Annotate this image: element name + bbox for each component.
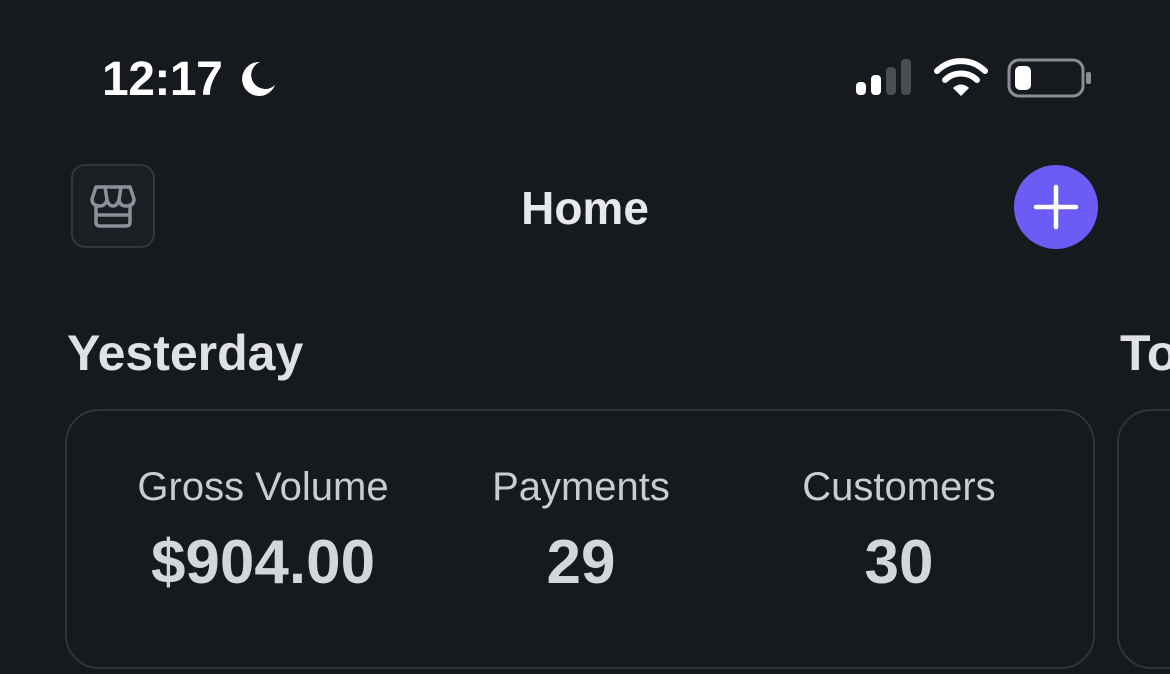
home-screen: 12:17 Home Yesterday Gross Volume $904.0… xyxy=(0,0,1170,674)
moon-icon xyxy=(242,61,275,96)
section-heading-yesterday: Yesterday xyxy=(67,325,304,381)
stat-value: $904.00 xyxy=(150,528,376,597)
status-time: 12:17 xyxy=(102,52,223,106)
stat-payments: Payments 29 xyxy=(421,459,741,601)
add-button[interactable] xyxy=(1014,165,1098,249)
plus-icon xyxy=(1033,184,1079,230)
stat-value: 29 xyxy=(546,528,616,597)
stats-card-next[interactable] xyxy=(1117,409,1170,669)
stat-label: Gross Volume xyxy=(137,465,389,509)
cellular-signal-icon xyxy=(856,59,911,95)
wifi-icon xyxy=(934,58,988,96)
section-heading-next: To xyxy=(1120,325,1170,381)
stats-card-yesterday[interactable]: Gross Volume $904.00 Payments 29 Custome… xyxy=(65,409,1095,669)
stat-value: 30 xyxy=(864,528,934,597)
stat-label: Customers xyxy=(802,465,996,509)
stat-customers: Customers 30 xyxy=(739,459,1059,601)
page-title: Home xyxy=(521,182,649,234)
battery-low-icon xyxy=(1007,58,1091,98)
storefront-icon xyxy=(90,185,136,228)
stat-gross-volume: Gross Volume $904.00 xyxy=(103,459,423,601)
store-button[interactable] xyxy=(71,164,155,248)
stat-label: Payments xyxy=(492,465,670,509)
